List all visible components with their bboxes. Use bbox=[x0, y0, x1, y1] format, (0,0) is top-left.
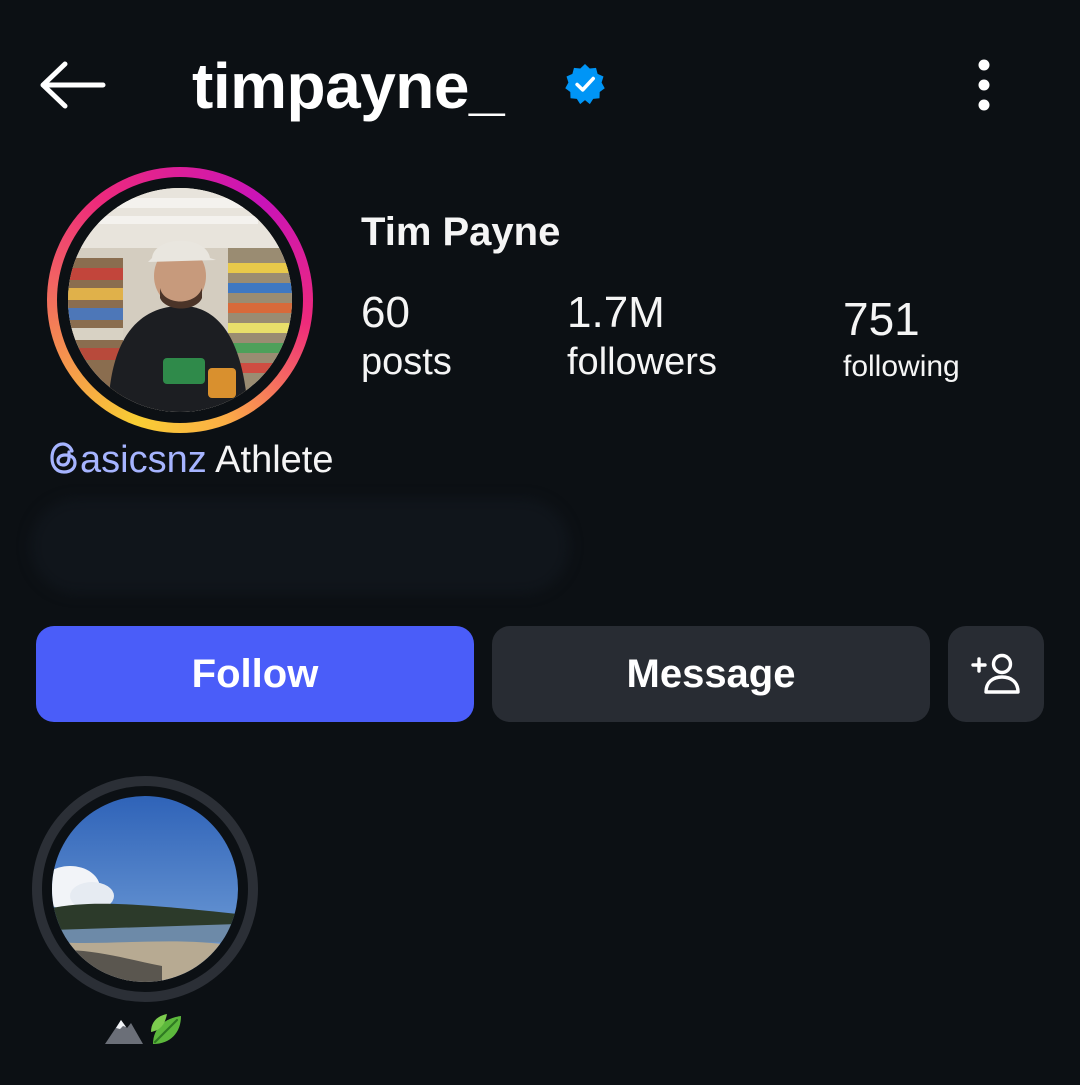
profile-bio: asicsnz Athlete bbox=[48, 434, 333, 486]
highlight-cover-image bbox=[52, 796, 238, 982]
blurred-bio-region bbox=[30, 498, 570, 594]
bio-link-text: asicsnz bbox=[80, 439, 207, 481]
avatar-photo bbox=[68, 188, 292, 412]
suggested-accounts-button[interactable] bbox=[948, 626, 1044, 722]
add-person-icon bbox=[971, 653, 1020, 694]
profile-avatar bbox=[68, 188, 292, 412]
more-options-button[interactable] bbox=[956, 50, 1012, 120]
highlight-label bbox=[82, 1006, 208, 1054]
leaf-emoji-icon bbox=[151, 1014, 181, 1044]
posts-count-value: 60 bbox=[361, 288, 410, 337]
followers-count-value: 1.7M bbox=[567, 288, 665, 337]
mountain-emoji-icon bbox=[105, 1020, 143, 1044]
posts-count[interactable]: 60 posts bbox=[361, 288, 452, 386]
highlight-photo bbox=[52, 796, 238, 982]
arrow-left-icon bbox=[40, 61, 106, 109]
more-vertical-icon bbox=[978, 59, 990, 111]
back-button[interactable] bbox=[30, 50, 114, 120]
message-button[interactable]: Message bbox=[492, 626, 930, 722]
following-count-value: 751 bbox=[843, 293, 920, 345]
followers-count-label: followers bbox=[567, 341, 717, 383]
following-count-label: following bbox=[843, 350, 960, 383]
profile-full-name: Tim Payne bbox=[361, 210, 561, 254]
followers-count[interactable]: 1.7M followers bbox=[567, 288, 717, 386]
bio-text: Athlete bbox=[206, 439, 334, 481]
follow-button[interactable]: Follow bbox=[36, 626, 474, 722]
threads-icon bbox=[50, 442, 77, 474]
bio-threads-link[interactable]: asicsnz bbox=[48, 439, 207, 481]
following-count[interactable]: 751 following bbox=[843, 294, 960, 390]
posts-count-label: posts bbox=[361, 341, 452, 383]
profile-username: timpayne_ bbox=[192, 50, 505, 122]
verified-badge-icon bbox=[565, 64, 605, 105]
